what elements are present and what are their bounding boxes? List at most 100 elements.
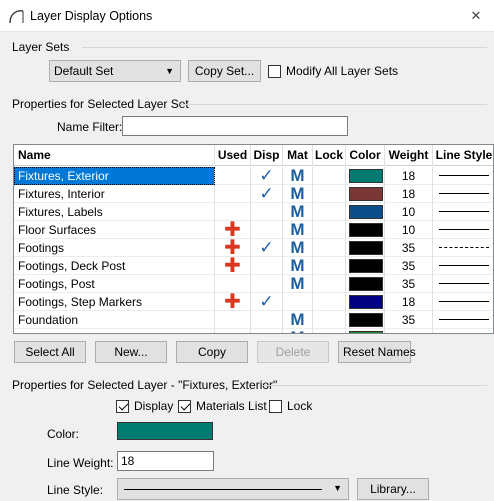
line-style-cell[interactable] [433, 203, 493, 221]
copy-button[interactable]: Copy [176, 341, 248, 363]
used-cell[interactable] [215, 167, 251, 185]
line-weight-input[interactable]: 18 [117, 451, 214, 471]
layer-name-cell[interactable]: Fixtures, Interior [14, 185, 215, 203]
layer-name-cell[interactable]: Foundation [14, 311, 215, 329]
new-button[interactable]: New... [95, 341, 167, 363]
display-cell[interactable] [251, 275, 283, 293]
material-cell[interactable]: M [283, 221, 313, 239]
display-cell[interactable]: ✓ [251, 293, 283, 311]
line-style-cell[interactable] [433, 275, 493, 293]
display-cell[interactable] [251, 311, 283, 329]
column-disp[interactable]: Disp [251, 145, 283, 166]
line-style-cell[interactable] [433, 257, 493, 275]
checkbox-box[interactable] [269, 399, 282, 413]
color-cell[interactable] [346, 167, 385, 185]
column-color[interactable]: Color [346, 145, 385, 166]
layer-name-cell[interactable]: Fixtures, Labels [14, 203, 215, 221]
table-row[interactable]: Foundation M 35 [14, 311, 493, 329]
lock-cell[interactable] [313, 203, 346, 221]
layer-name-cell[interactable]: Footings, Step Markers [14, 293, 215, 311]
layer-name-cell[interactable]: Floor Surfaces [14, 221, 215, 239]
lock-cell[interactable] [313, 239, 346, 257]
display-cell[interactable] [251, 203, 283, 221]
used-cell[interactable]: ✚ [215, 256, 251, 276]
color-cell[interactable] [346, 185, 385, 203]
layer-set-select[interactable]: Default Set ▼ [49, 60, 181, 82]
table-row[interactable]: Foundation, Dimensions M 35 [14, 329, 493, 333]
table-row[interactable]: Fixtures, Exterior ✓ M 18 [14, 167, 493, 185]
color-cell[interactable] [346, 329, 385, 333]
material-cell[interactable] [283, 293, 313, 311]
layer-name-cell[interactable]: Footings [14, 239, 215, 257]
layer-name-cell[interactable]: Foundation, Dimensions [14, 329, 215, 333]
color-cell[interactable] [346, 257, 385, 275]
color-cell[interactable] [346, 275, 385, 293]
line-style-select[interactable]: ▼ [117, 478, 349, 500]
column-mat[interactable]: Mat [283, 145, 313, 166]
column-weight[interactable]: Weight [385, 145, 433, 166]
column-lock[interactable]: Lock [313, 145, 346, 166]
material-cell[interactable]: M [283, 167, 313, 185]
line-style-cell[interactable] [433, 221, 493, 239]
line-style-cell[interactable] [433, 293, 493, 311]
weight-cell[interactable]: 18 [385, 293, 433, 311]
column-line-style[interactable]: Line Style [433, 145, 493, 166]
line-style-cell[interactable] [433, 239, 493, 257]
material-cell[interactable]: M [283, 329, 313, 333]
lock-cell[interactable] [313, 311, 346, 329]
color-cell[interactable] [346, 203, 385, 221]
table-row[interactable]: Footings, Step Markers ✚ ✓ 18 [14, 292, 493, 312]
material-cell[interactable]: M [283, 185, 313, 203]
color-cell[interactable] [346, 311, 385, 329]
material-cell[interactable]: M [283, 239, 313, 257]
display-cell[interactable]: ✓ [251, 185, 283, 203]
material-cell[interactable]: M [283, 257, 313, 275]
display-cell[interactable] [251, 257, 283, 275]
lock-cell[interactable] [313, 167, 346, 185]
display-cell[interactable] [251, 221, 283, 239]
library-button[interactable]: Library... [357, 478, 429, 500]
weight-cell[interactable]: 18 [385, 185, 433, 203]
table-row[interactable]: Fixtures, Labels M 10 [14, 203, 493, 221]
line-style-cell[interactable] [433, 329, 493, 333]
reset-names-button[interactable]: Reset Names [338, 341, 416, 363]
table-row[interactable]: Floor Surfaces ✚ M 10 [14, 220, 493, 240]
layer-name-cell[interactable]: Footings, Deck Post [14, 257, 215, 275]
layer-table[interactable]: ^ Name Used Disp Mat Lock Color Weight L… [13, 144, 494, 334]
name-filter-input[interactable] [122, 116, 348, 136]
weight-cell[interactable]: 35 [385, 257, 433, 275]
lock-cell[interactable] [313, 275, 346, 293]
materials-list-checkbox[interactable]: Materials List [178, 399, 267, 413]
used-cell[interactable] [215, 311, 251, 329]
modify-all-checkbox[interactable]: Modify All Layer Sets [268, 64, 398, 78]
line-style-cell[interactable] [433, 185, 493, 203]
used-cell[interactable] [215, 329, 251, 333]
table-row[interactable]: Fixtures, Interior ✓ M 18 [14, 185, 493, 203]
line-style-cell[interactable] [433, 167, 493, 185]
display-checkbox[interactable]: Display [116, 399, 173, 413]
material-cell[interactable]: M [283, 311, 313, 329]
color-cell[interactable] [346, 239, 385, 257]
table-row[interactable]: Footings ✚ ✓ M 35 [14, 238, 493, 258]
checkbox-box[interactable] [268, 64, 281, 78]
weight-cell[interactable]: 10 [385, 221, 433, 239]
color-cell[interactable] [346, 293, 385, 311]
color-picker-button[interactable] [117, 422, 213, 440]
weight-cell[interactable]: 35 [385, 275, 433, 293]
line-style-cell[interactable] [433, 311, 493, 329]
layer-name-cell[interactable]: Footings, Post [14, 275, 215, 293]
close-icon[interactable]: ✕ [466, 6, 486, 26]
weight-cell[interactable]: 35 [385, 311, 433, 329]
delete-button[interactable]: Delete [257, 341, 329, 363]
copy-set-button[interactable]: Copy Set... [188, 60, 261, 82]
checkbox-box[interactable] [116, 399, 129, 413]
display-cell[interactable]: ✓ [251, 167, 283, 185]
table-row[interactable]: Footings, Post M 35 [14, 275, 493, 293]
column-used[interactable]: Used [215, 145, 251, 166]
checkbox-box[interactable] [178, 399, 191, 413]
table-row[interactable]: Footings, Deck Post ✚ M 35 [14, 256, 493, 276]
select-all-button[interactable]: Select All [14, 341, 86, 363]
lock-cell[interactable] [313, 329, 346, 333]
color-cell[interactable] [346, 221, 385, 239]
weight-cell[interactable]: 35 [385, 329, 433, 333]
